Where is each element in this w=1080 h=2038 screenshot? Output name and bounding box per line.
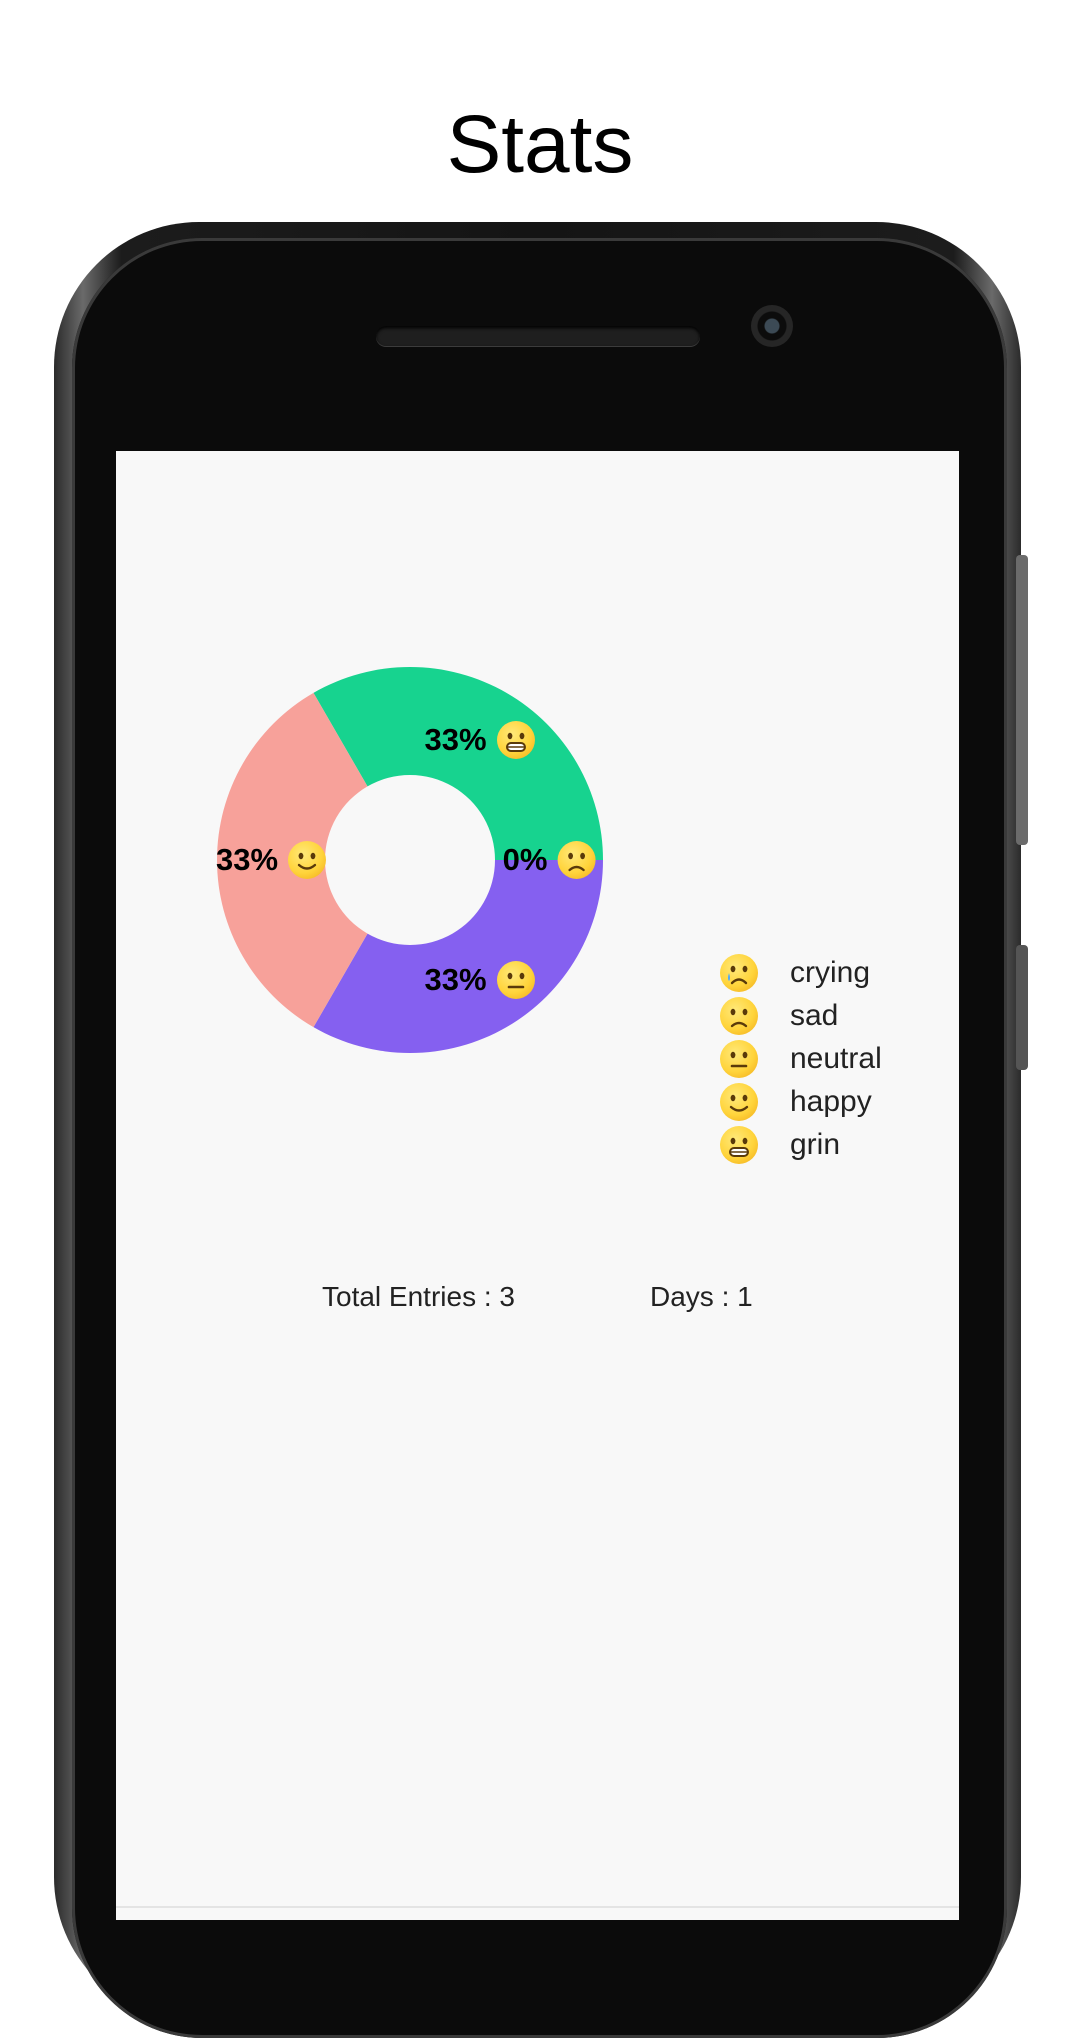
page-title: Stats — [446, 99, 634, 190]
legend-item-sad: sad — [720, 994, 882, 1037]
legend-label: happy — [790, 1084, 872, 1118]
front-camera — [751, 305, 793, 347]
slice-label-grin: 33% — [424, 720, 535, 759]
app-screen: 33% 33% 33% 0% crying sad neutral happy gri… — [116, 451, 959, 1920]
slice-percent: 33% — [215, 842, 279, 877]
volume-button — [1016, 555, 1028, 845]
slice-grin — [313, 667, 603, 860]
slice-label-happy: 33% — [215, 841, 327, 879]
happy-face-icon — [720, 1082, 758, 1121]
sad-face-icon — [557, 841, 596, 879]
legend-label: sad — [790, 998, 839, 1032]
slice-percent: 33% — [424, 721, 487, 757]
legend-label: grin — [790, 1127, 841, 1161]
slice-neutral — [313, 860, 603, 1053]
sad-face-icon — [720, 996, 758, 1035]
legend-item-neutral: neutral — [720, 1037, 882, 1080]
power-button — [1016, 945, 1028, 1070]
slice-label-sad: 0% — [503, 841, 596, 879]
slice-percent: 33% — [424, 962, 487, 998]
neutral-face-icon — [720, 1039, 758, 1078]
legend-item-grin: grin — [720, 1123, 882, 1166]
happy-face-icon — [288, 841, 327, 879]
total-entries: Total Entries : 3 — [322, 1281, 515, 1312]
legend-label: neutral — [790, 1041, 882, 1075]
slice-percent: 0% — [502, 842, 548, 877]
legend-item-happy: happy — [720, 1080, 882, 1123]
legend-item-crying: crying — [720, 951, 882, 994]
chart-legend: crying sad neutral happy grin — [720, 951, 882, 1166]
legend-label: crying — [790, 955, 871, 989]
grin-face-icon — [720, 1125, 758, 1164]
divider — [116, 1906, 959, 1908]
grin-face-icon — [496, 720, 535, 759]
days-count: Days : 1 — [650, 1281, 753, 1312]
neutral-face-icon — [496, 961, 535, 1000]
slice-label-neutral: 33% — [424, 961, 535, 1000]
speaker-grille — [376, 326, 700, 346]
crying-face-icon — [720, 953, 758, 992]
